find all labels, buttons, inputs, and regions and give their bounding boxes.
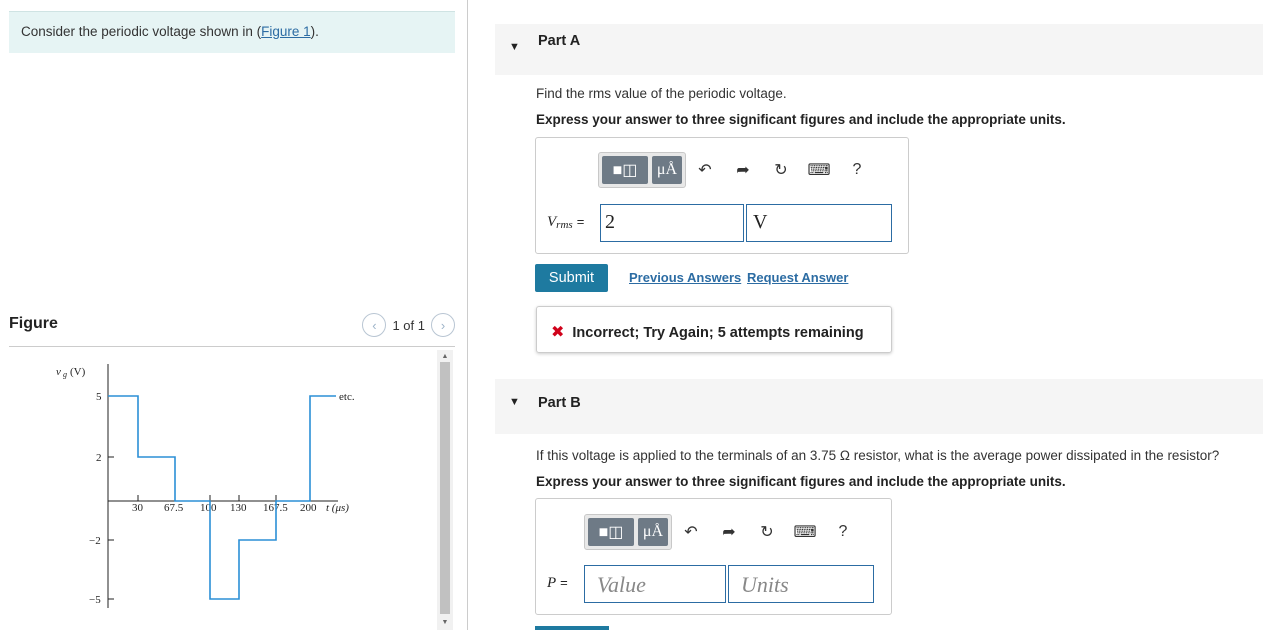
figure-scrollbar[interactable]: ▲ ▼	[437, 350, 453, 630]
voltage-figure: v g (V) 5 2 −2 −5 30 67.5 100 130 167.5 …	[56, 364, 355, 608]
reset-icon[interactable]: ↻	[762, 160, 800, 180]
svg-text:g: g	[63, 370, 67, 379]
y-tick-label: 5	[96, 391, 102, 403]
redo-icon[interactable]: ➦	[710, 522, 748, 542]
x-tick-label: 130	[230, 502, 247, 514]
intro-text: Consider the periodic voltage shown in	[21, 24, 257, 39]
figure-pager: ‹ 1 of 1 ›	[362, 313, 455, 337]
part-a-question: Find the rms value of the periodic volta…	[536, 86, 787, 101]
scroll-up-icon[interactable]: ▲	[440, 352, 450, 362]
previous-answers-link[interactable]: Previous Answers	[629, 270, 741, 285]
x-tick-label: 67.5	[164, 502, 184, 514]
x-tick-label: 100	[200, 502, 217, 514]
next-figure-button[interactable]: ›	[431, 313, 455, 337]
prev-figure-button[interactable]: ‹	[362, 313, 387, 337]
y-tick-label: −2	[89, 535, 101, 547]
svg-text:(V): (V)	[70, 366, 86, 378]
submit-button[interactable]: Submit	[535, 264, 608, 292]
figure-header: Figure ‹ 1 of 1 ›	[9, 313, 455, 347]
p-label: P =	[547, 575, 568, 591]
part-a-toolbar: ■◫ μÅ ↶ ➦ ↻ ⌨ ?	[598, 152, 876, 188]
part-b-instruction: Express your answer to three significant…	[536, 474, 1066, 489]
x-tick-label: 200	[300, 502, 317, 514]
help-icon[interactable]: ?	[824, 523, 862, 541]
part-b-question: If this voltage is applied to the termin…	[536, 448, 1220, 463]
left-pane: Consider the periodic voltage shown in (…	[0, 0, 468, 630]
figure-link[interactable]: Figure 1	[261, 24, 311, 39]
etc-annotation: etc.	[339, 391, 355, 403]
reset-icon[interactable]: ↻	[748, 522, 786, 542]
template-icon[interactable]: ■◫	[588, 518, 634, 546]
part-a-answer-box: ■◫ μÅ ↶ ➦ ↻ ⌨ ? Vrms = 2 V	[535, 137, 909, 254]
collapse-triangle-icon[interactable]: ▼	[509, 396, 520, 408]
part-a-instruction: Express your answer to three significant…	[536, 112, 1066, 127]
part-b-label: Part B	[538, 395, 581, 411]
submit-button-partial[interactable]	[535, 626, 609, 630]
redo-icon[interactable]: ➦	[724, 160, 762, 180]
y-tick-label: 2	[96, 452, 102, 464]
y-tick-label: −5	[89, 594, 101, 606]
undo-icon[interactable]: ↶	[686, 160, 724, 180]
keyboard-icon[interactable]: ⌨	[800, 160, 838, 180]
figure-title: Figure	[9, 315, 58, 332]
part-a-label: Part A	[538, 33, 581, 49]
collapse-triangle-icon[interactable]: ▼	[509, 41, 520, 53]
template-icon[interactable]: ■◫	[602, 156, 648, 184]
y-axis-label: v	[56, 366, 61, 378]
x-tick-label: 30	[132, 502, 144, 514]
keyboard-icon[interactable]: ⌨	[786, 522, 824, 542]
part-a-header[interactable]: ▼ Part A	[495, 24, 1263, 75]
problem-intro: Consider the periodic voltage shown in (…	[9, 11, 455, 53]
part-b-toolbar: ■◫ μÅ ↶ ➦ ↻ ⌨ ?	[584, 514, 862, 550]
pager-text: 1 of 1	[392, 317, 425, 333]
incorrect-icon: ✖	[551, 324, 565, 341]
scroll-thumb[interactable]	[440, 362, 450, 614]
part-b-answer-box: ■◫ μÅ ↶ ➦ ↻ ⌨ ? P = Value Units	[535, 498, 892, 615]
request-answer-link[interactable]: Request Answer	[747, 270, 848, 285]
part-b-header[interactable]: ▼ Part B	[495, 379, 1263, 434]
help-icon[interactable]: ?	[838, 161, 876, 179]
voltage-waveform	[108, 395, 336, 600]
units-button[interactable]: μÅ	[638, 518, 668, 546]
units-input[interactable]: Units	[728, 565, 874, 603]
value-input[interactable]: 2	[600, 204, 744, 242]
undo-icon[interactable]: ↶	[672, 522, 710, 542]
vrms-label: Vrms =	[547, 214, 585, 231]
scroll-down-icon[interactable]: ▼	[440, 618, 450, 628]
units-button[interactable]: μÅ	[652, 156, 682, 184]
feedback-message: ✖ Incorrect; Try Again; 5 attempts remain…	[536, 306, 892, 353]
x-axis-label: t (μs)	[326, 502, 349, 514]
value-input[interactable]: Value	[584, 565, 726, 603]
units-input[interactable]: V	[746, 204, 892, 242]
